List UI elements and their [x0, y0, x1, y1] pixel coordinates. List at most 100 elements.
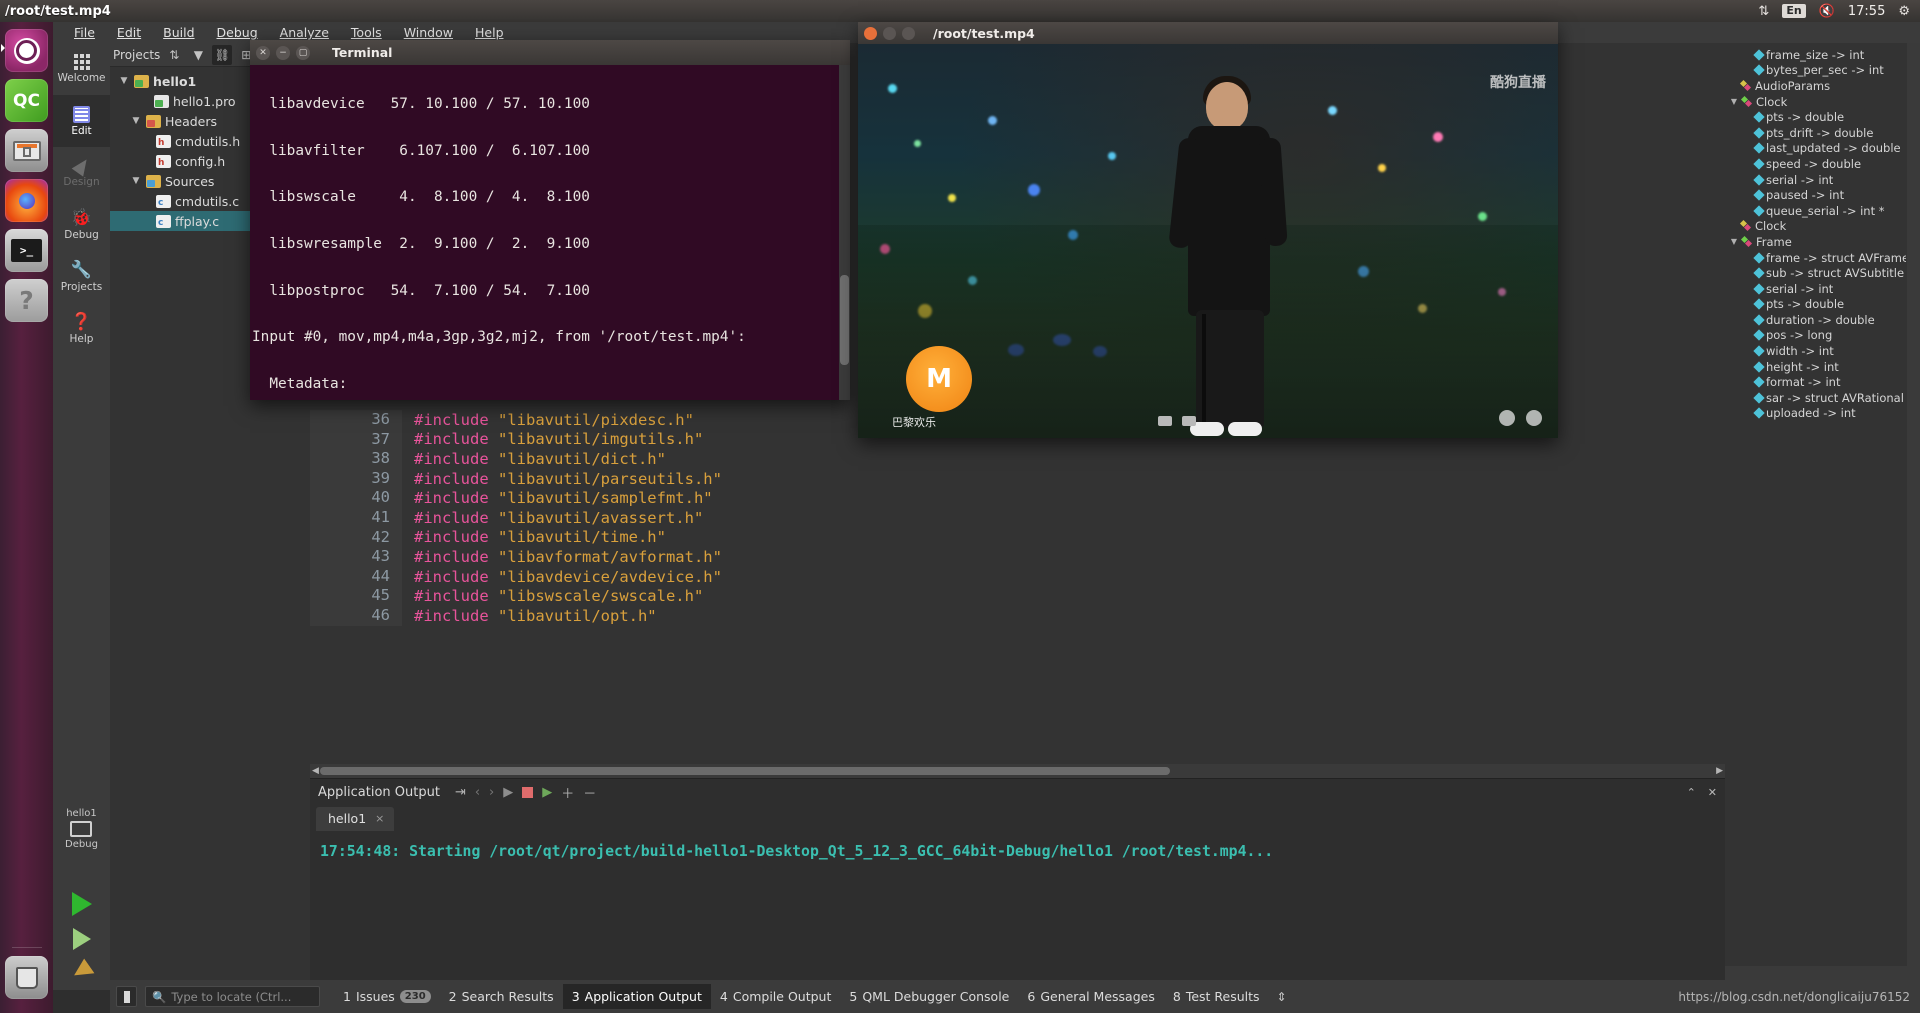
updown-icon[interactable]: ⇕ [1269, 990, 1295, 1004]
kit-selector[interactable]: hello1 Debug [65, 808, 98, 880]
scroll-right-icon[interactable]: ▶ [1716, 766, 1723, 776]
launcher-item-terminal[interactable]: >_ [5, 229, 48, 272]
outline-row[interactable]: last_updated -> double [1729, 141, 1906, 157]
terminal-output[interactable]: libavdevice 57. 10.100 / 57. 10.100 liba… [250, 65, 850, 400]
outline-row[interactable]: sub -> struct AVSubtitle [1729, 265, 1906, 281]
status-tab-application-output[interactable]: 3 Application Output [563, 984, 711, 1009]
mode-welcome[interactable]: Welcome [53, 43, 110, 95]
scrollbar-thumb[interactable] [320, 767, 1170, 775]
launcher-item-files[interactable] [5, 129, 48, 172]
status-tab-issues[interactable]: 1 Issues 230 [334, 984, 440, 1009]
outline-row[interactable]: frame_size -> int [1729, 47, 1906, 63]
close-icon[interactable] [864, 27, 877, 40]
outline-row[interactable]: frame -> struct AVFrame * [1729, 250, 1906, 266]
launcher-item-firefox[interactable] [5, 179, 48, 222]
mode-help[interactable]: ❓ Help [53, 303, 110, 355]
filter-icon[interactable]: ▼ [188, 45, 208, 65]
overlay-controls-right[interactable] [1493, 410, 1542, 430]
outline-row[interactable]: serial -> int [1729, 172, 1906, 188]
outline-row[interactable]: serial -> int [1729, 281, 1906, 297]
chevron-down-icon[interactable]: ▼ [1729, 237, 1739, 246]
mode-projects[interactable]: 🔧 Projects [53, 251, 110, 303]
overlay-controls-left[interactable] [1158, 411, 1201, 430]
run-icon[interactable]: ▶ [503, 785, 513, 800]
status-tab-test-results[interactable]: 8 Test Results [1164, 984, 1269, 1009]
next-icon[interactable]: › [489, 785, 494, 800]
sort-icon[interactable]: ⇅ [164, 45, 184, 65]
attach-icon[interactable]: ▶ [542, 785, 552, 800]
close-icon[interactable]: ✕ [1708, 786, 1717, 799]
menu-build[interactable]: Build [152, 23, 205, 42]
chevron-down-icon[interactable]: ▼ [118, 76, 130, 86]
outline-row[interactable]: speed -> double [1729, 156, 1906, 172]
editor-horizontal-scrollbar[interactable]: ◀ ▶ [310, 764, 1725, 778]
video-titlebar[interactable]: /root/test.mp4 [858, 22, 1558, 44]
menu-file[interactable]: File [63, 23, 106, 42]
video-player-window[interactable]: /root/test.mp4 [858, 22, 1558, 438]
outline-row[interactable]: pts -> double [1729, 297, 1906, 313]
video-surface[interactable]: 酷狗直播 M 巴黎欢乐 [858, 44, 1558, 438]
outline-row[interactable]: pts_drift -> double [1729, 125, 1906, 141]
minimize-icon[interactable] [883, 27, 896, 40]
outline-vertical-scrollbar[interactable] [1907, 43, 1920, 966]
output-tab-hello1[interactable]: hello1 × [316, 807, 394, 831]
outline-pane[interactable]: frame_size -> int bytes_per_sec -> int A… [1725, 43, 1920, 980]
outline-row[interactable]: ▼Clock [1729, 94, 1906, 110]
control-box-icon[interactable] [1182, 416, 1196, 426]
volume-muted-icon[interactable]: 🔇 [1819, 5, 1835, 18]
launcher-item-qtcreator[interactable]: QC [5, 79, 48, 122]
maximize-icon[interactable]: ▢ [296, 46, 310, 60]
zoom-in-icon[interactable]: ＋ [561, 783, 574, 802]
status-tab-search-results[interactable]: 2 Search Results [440, 984, 563, 1009]
status-tab-compile-output[interactable]: 4 Compile Output [711, 984, 840, 1009]
outline-row[interactable]: uploaded -> int [1729, 406, 1906, 422]
stop-icon[interactable] [522, 787, 533, 798]
control-dot-icon[interactable] [1499, 410, 1515, 426]
close-icon[interactable]: × [375, 812, 384, 825]
run-button[interactable] [72, 892, 92, 916]
chevron-up-icon[interactable]: ⌃ [1687, 786, 1696, 799]
clock-indicator[interactable]: 17:55 [1848, 4, 1885, 19]
outline-row[interactable]: ▼Frame [1729, 234, 1906, 250]
gear-icon[interactable]: ⚙ [1898, 5, 1910, 18]
keyboard-layout-indicator[interactable]: En [1782, 4, 1805, 18]
maximize-icon[interactable] [902, 27, 915, 40]
network-updown-icon[interactable]: ⇅ [1758, 5, 1769, 18]
chevron-down-icon[interactable]: ▼ [1729, 97, 1739, 106]
control-box-icon[interactable] [1158, 416, 1172, 426]
minimize-icon[interactable]: − [276, 46, 290, 60]
debug-button[interactable] [73, 928, 91, 950]
status-tab-qml-debugger-console[interactable]: 5 QML Debugger Console [840, 984, 1018, 1009]
mode-edit[interactable]: Edit [53, 95, 110, 147]
link-icon[interactable]: ⛓ [212, 45, 232, 65]
control-dot-icon[interactable] [1526, 410, 1542, 426]
status-tab-general-messages[interactable]: 6 General Messages [1018, 984, 1164, 1009]
sidebar-icon[interactable] [116, 986, 137, 1007]
terminal-window[interactable]: ✕ − ▢ Terminal libavdevice 57. 10.100 / … [250, 40, 850, 400]
launcher-item-ubuntu-dash[interactable] [5, 29, 48, 72]
zoom-out-icon[interactable]: － [583, 783, 596, 802]
mode-debug[interactable]: 🐞 Debug [53, 199, 110, 251]
outline-row[interactable]: height -> int [1729, 359, 1906, 375]
outline-row[interactable]: duration -> double [1729, 312, 1906, 328]
outline-row[interactable]: bytes_per_sec -> int [1729, 63, 1906, 79]
launcher-item-trash[interactable] [5, 956, 48, 999]
outline-row[interactable]: width -> int [1729, 343, 1906, 359]
outline-horizontal-scrollbar[interactable] [1725, 966, 1920, 980]
menu-edit[interactable]: Edit [106, 23, 152, 42]
terminal-titlebar[interactable]: ✕ − ▢ Terminal [250, 40, 850, 65]
launcher-item-help[interactable]: ? [5, 279, 48, 322]
chevron-down-icon[interactable]: ▼ [130, 176, 142, 186]
close-icon[interactable]: ✕ [256, 46, 270, 60]
outline-row[interactable]: pos -> long [1729, 328, 1906, 344]
outline-row[interactable]: sar -> struct AVRational [1729, 390, 1906, 406]
outline-row[interactable]: Clock [1729, 219, 1906, 235]
terminal-scrollbar[interactable] [839, 65, 850, 400]
outline-row[interactable]: paused -> int [1729, 187, 1906, 203]
wrap-lines-icon[interactable]: ⇥ [455, 785, 466, 800]
scrollbar-thumb[interactable] [840, 275, 849, 365]
prev-icon[interactable]: ‹ [475, 785, 480, 800]
chevron-down-icon[interactable]: ▼ [130, 116, 142, 126]
outline-row[interactable]: pts -> double [1729, 109, 1906, 125]
scroll-left-icon[interactable]: ◀ [312, 766, 319, 776]
